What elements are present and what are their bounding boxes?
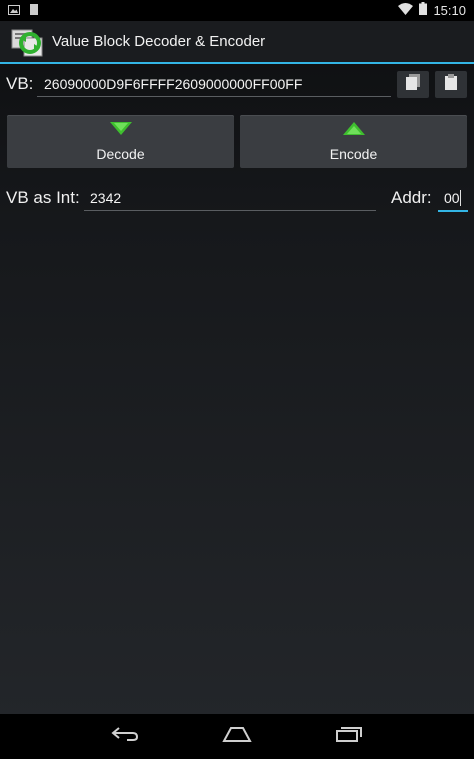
image-notification-icon <box>8 2 20 20</box>
vb-int-input[interactable]: 2342 <box>84 185 376 211</box>
home-icon <box>222 726 252 747</box>
text-cursor <box>459 190 461 206</box>
recents-icon <box>335 726 363 747</box>
battery-icon <box>419 1 428 20</box>
encode-label: Encode <box>329 145 378 162</box>
paste-icon <box>442 73 460 96</box>
decode-button[interactable]: Decode <box>7 115 234 168</box>
vb-int-label: VB as Int: <box>6 188 80 207</box>
copy-button[interactable] <box>397 71 429 98</box>
paste-button[interactable] <box>435 71 467 98</box>
back-icon <box>111 726 139 747</box>
home-button[interactable] <box>220 725 254 749</box>
navigation-bar <box>0 714 474 759</box>
copy-icon <box>404 73 422 96</box>
app-logo-icon[interactable] <box>10 26 46 58</box>
vb-input[interactable]: 26090000D9F6FFFF2609000000FF00FF <box>37 71 391 97</box>
arrow-up-icon <box>342 121 365 140</box>
addr-value: 00 <box>444 190 460 206</box>
status-time: 15:10 <box>433 3 466 18</box>
status-bar: 15:10 <box>0 0 474 21</box>
decode-label: Decode <box>96 145 145 162</box>
addr-input[interactable]: 00 <box>438 185 468 212</box>
encode-button[interactable]: Encode <box>240 115 467 168</box>
action-bar: Value Block Decoder & Encoder <box>0 21 474 62</box>
wifi-icon <box>398 2 414 20</box>
vb-label: VB: <box>6 74 34 93</box>
screen: 15:10 Value Block Decoder & Encoder VB: … <box>0 0 474 759</box>
addr-label: Addr: <box>391 188 432 207</box>
back-button[interactable] <box>108 725 142 749</box>
sd-card-icon <box>30 2 38 20</box>
arrow-down-icon <box>109 121 132 140</box>
action-bar-divider <box>0 62 474 64</box>
recents-button[interactable] <box>332 725 366 749</box>
app-title: Value Block Decoder & Encoder <box>52 33 266 50</box>
